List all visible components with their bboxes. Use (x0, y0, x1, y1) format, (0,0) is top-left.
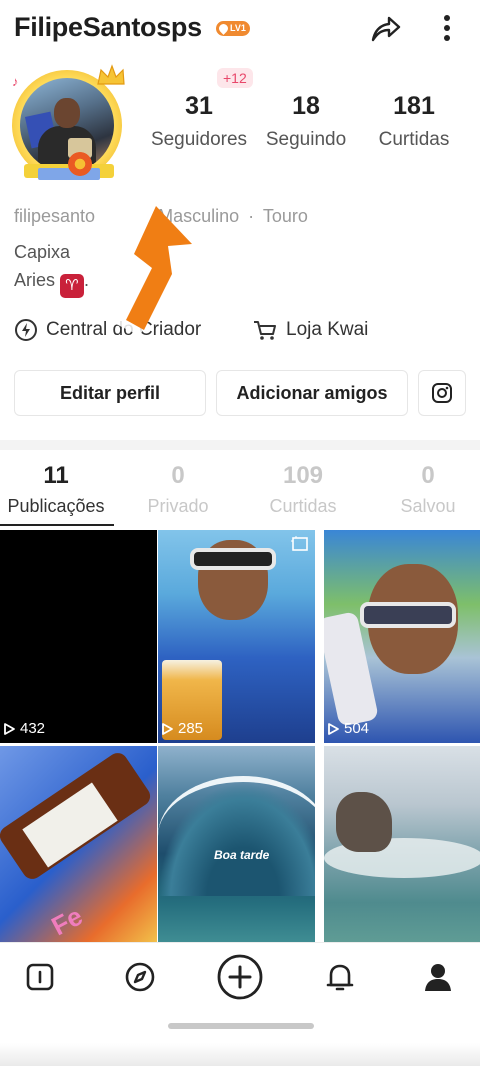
home-indicator (168, 1023, 314, 1029)
following-stat[interactable]: 18 Seguindo (260, 80, 352, 151)
tab-label: Publicações (7, 496, 105, 516)
instagram-icon (432, 383, 452, 403)
tab-publications[interactable]: 11 Publicações (0, 462, 112, 517)
share-arrow-icon[interactable] (367, 10, 403, 46)
avatar-photo (20, 78, 114, 172)
bio-line-2: Aries ♈. (14, 270, 89, 298)
tab-liked[interactable]: 109 Curtidas (250, 462, 356, 517)
likes-count: 181 (393, 92, 435, 120)
play-icon (328, 722, 339, 735)
posts-grid: 432 285 504 Fe Boa tarde (0, 530, 480, 942)
post-thumbnail[interactable]: 285 (158, 530, 315, 743)
home-icon[interactable] (22, 959, 58, 995)
multi-photo-icon (291, 536, 308, 551)
flame-icon (217, 22, 230, 35)
new-followers-badge: +12 (217, 68, 253, 88)
lightning-icon (15, 319, 37, 341)
likes-label: Curtidas (378, 129, 450, 150)
bio-line-1: Capixa (14, 242, 71, 262)
followers-count: 31 (185, 92, 213, 120)
post-caption: Boa tarde (214, 848, 270, 862)
post-overlay-text: Fe (46, 900, 88, 942)
add-friends-button[interactable]: Adicionar amigos (216, 370, 408, 416)
bottom-navigation (0, 942, 480, 1066)
profile-links: Central do Criador Loja Kwai (14, 318, 474, 346)
flower-icon (68, 152, 92, 176)
crown-icon (97, 64, 125, 85)
tab-label: Curtidas (269, 496, 337, 516)
store-link[interactable]: Loja Kwai (252, 318, 368, 342)
aries-symbol-icon: ♈ (60, 274, 85, 298)
tab-count: 0 (421, 462, 435, 489)
profile-zodiac: Touro (262, 206, 308, 226)
creator-center-label: Central do Criador (46, 319, 202, 340)
tab-count: 11 (43, 462, 69, 489)
creator-center-link[interactable]: Central do Criador (14, 318, 201, 342)
tab-label: Salvou (400, 496, 456, 516)
cart-icon (254, 321, 276, 340)
play-icon (162, 722, 173, 735)
profile-meta: filipesanto Masculino · Touro (14, 206, 312, 227)
play-count: 504 (326, 720, 369, 737)
profile-gender: Masculino (158, 206, 240, 226)
post-thumbnail[interactable]: 504 (324, 530, 480, 743)
username: FilipeSantosps (14, 12, 202, 42)
active-tab-indicator (0, 524, 114, 526)
likes-stat[interactable]: 181 Curtidas (368, 80, 460, 151)
following-count: 18 (292, 92, 320, 120)
tab-count: 109 (282, 462, 324, 489)
play-count: 285 (160, 720, 203, 737)
play-icon (4, 722, 15, 735)
profile-stats: 31 Seguidores 18 Seguindo 181 Curtidas (140, 80, 480, 170)
level-label: LV1 (230, 23, 246, 33)
followers-label: Seguidores (150, 129, 248, 150)
tab-count: 0 (171, 462, 185, 489)
level-badge[interactable]: LV1 (216, 21, 250, 36)
profile-header: FilipeSantosps LV1 (0, 0, 480, 60)
music-note-icon: ♪ (12, 74, 19, 89)
edit-profile-button[interactable]: Editar perfil (14, 370, 206, 416)
explore-compass-icon[interactable] (122, 959, 158, 995)
tab-saved[interactable]: 0 Salvou (376, 462, 480, 517)
post-thumbnail[interactable] (324, 746, 480, 942)
profile-handle: filipesanto (14, 206, 96, 226)
meta-separator: · (248, 206, 255, 226)
bio-text: Aries (14, 270, 56, 290)
tab-private[interactable]: 0 Privado (126, 462, 230, 517)
tab-label: Privado (147, 496, 209, 516)
more-vertical-icon[interactable] (432, 10, 462, 46)
play-count: 432 (2, 720, 45, 737)
avatar[interactable]: ♪ (8, 64, 130, 182)
post-thumbnail[interactable]: Boa tarde (158, 746, 315, 942)
followers-stat[interactable]: 31 Seguidores (146, 80, 252, 151)
instagram-button[interactable] (418, 370, 466, 416)
post-thumbnail[interactable]: Fe (0, 746, 157, 942)
following-label: Seguindo (265, 129, 347, 150)
profile-icon[interactable] (420, 959, 456, 995)
section-divider (0, 440, 480, 450)
create-plus-icon[interactable] (216, 953, 264, 1001)
store-label: Loja Kwai (286, 319, 369, 340)
post-thumbnail[interactable]: 432 (0, 530, 157, 743)
notification-bell-icon[interactable] (322, 959, 358, 995)
